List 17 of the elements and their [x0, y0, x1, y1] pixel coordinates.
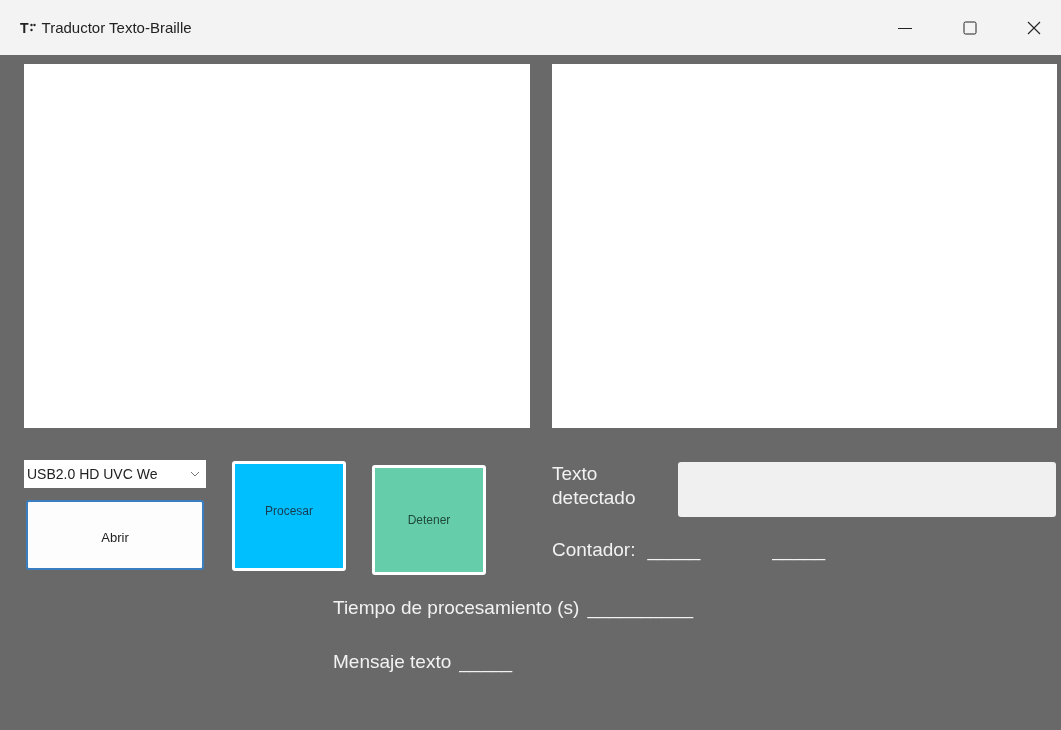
counter-label: Contador: — [552, 539, 636, 561]
counter-value: _____ — [647, 539, 701, 561]
open-button[interactable]: Abrir — [26, 500, 204, 570]
maximize-icon[interactable] — [963, 20, 977, 35]
counter-value: _____ — [772, 539, 826, 561]
close-icon[interactable] — [1027, 20, 1041, 35]
detected-text-label: Texto detectado — [552, 462, 637, 510]
message-value: _____ — [459, 651, 513, 673]
window-title: Traductor Texto-Braille — [41, 19, 192, 36]
process-button[interactable]: Procesar — [232, 461, 346, 571]
detected-text-field[interactable] — [678, 462, 1056, 517]
message-label: Mensaje texto — [333, 651, 452, 673]
processing-time-value: __________ — [587, 597, 694, 619]
camera-dropdown[interactable]: USB2.0 HD UVC We — [24, 460, 206, 488]
stop-button[interactable]: Detener — [372, 465, 486, 575]
chevron-icon — [190, 471, 200, 477]
processing-time-label: Tiempo de procesamiento (s) — [333, 597, 580, 619]
